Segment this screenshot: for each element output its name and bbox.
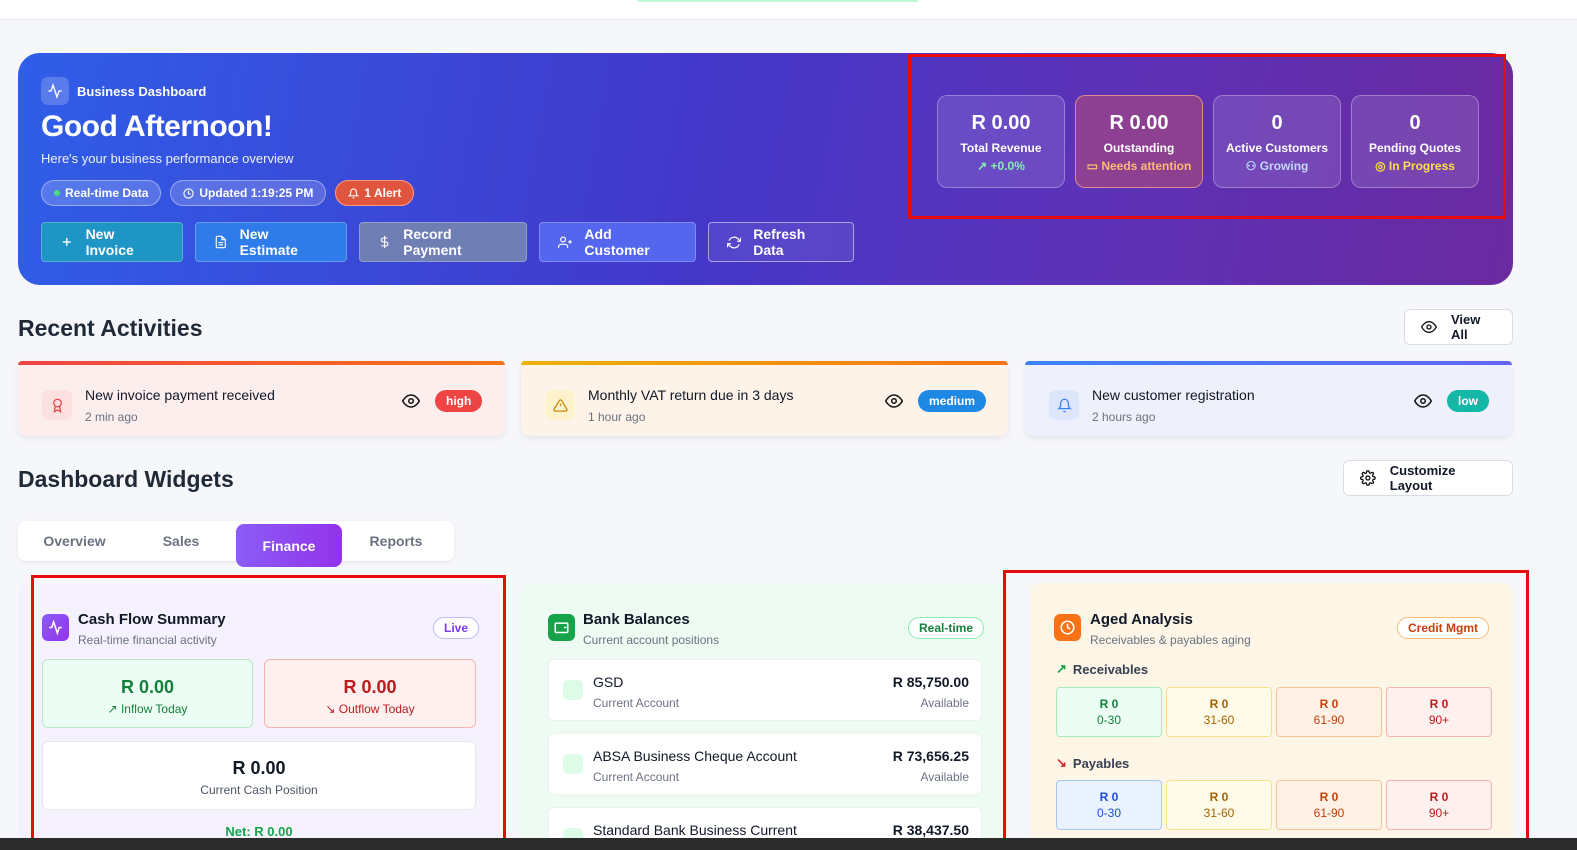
alert-badge[interactable]: 1 Alert [335,180,415,206]
refresh-data-label: Refresh Data [753,226,806,258]
warning-icon [545,390,575,420]
bank-account-type: Current Account [593,770,680,784]
tab-finance[interactable]: Finance [236,524,342,567]
hero-tag-label: Business Dashboard [77,83,207,99]
new-estimate-label: New Estimate [239,226,298,258]
realtime-badge: Real-time Data [41,180,162,206]
updated-badge: Updated 1:19:25 PM [170,180,327,206]
bank-account-name: Standard Bank Business Current [593,822,797,838]
bank-account-row[interactable]: ABSA Business Cheque Account Current Acc… [548,733,982,795]
refresh-data-button[interactable]: Refresh Data [708,222,854,262]
activity-time: 2 hours ago [1092,410,1156,424]
bank-account-name: GSD [593,674,624,690]
bank-account-amount: R 73,656.25 [892,748,969,764]
eye-icon[interactable] [1414,392,1432,410]
activity-item[interactable]: New invoice payment received 2 min ago h… [18,361,505,436]
quick-actions: New Invoice New Estimate Record Payment … [41,222,854,262]
new-invoice-label: New Invoice [85,226,134,258]
realtime-label: Real-time Data [65,186,149,200]
bank-account-name: ABSA Business Cheque Account [593,748,797,764]
dollar-icon [380,235,389,249]
gear-icon [1360,470,1376,486]
widget-tabs: Overview Sales Finance Reports [18,521,454,567]
priority-badge: low [1447,390,1489,412]
bank-balances-card: Bank Balances Current account positions … [521,583,1008,850]
view-all-button[interactable]: View All [1404,309,1513,345]
activity-item[interactable]: Monthly VAT return due in 3 days 1 hour … [521,361,1008,436]
live-dot-icon [54,190,60,196]
priority-badge: medium [918,390,987,412]
priority-badge: high [435,390,483,412]
plus-icon [62,238,71,246]
activity-text: New customer registration [1092,387,1255,403]
hero-tag: Business Dashboard [41,77,206,105]
bank-account-type: Current Account [593,696,680,710]
activity-text: New invoice payment received [85,387,275,403]
bell-icon [348,187,360,199]
add-customer-button[interactable]: Add Customer [539,222,696,262]
alert-label: 1 Alert [364,186,402,200]
customize-layout-button[interactable]: Customize Layout [1343,460,1513,496]
user-plus-icon [558,235,572,248]
new-invoice-button[interactable]: New Invoice [41,222,183,262]
add-customer-label: Add Customer [584,226,650,258]
activity-time: 2 min ago [85,410,138,424]
activity-icon [41,77,69,105]
highlight-box-stats [908,54,1506,219]
document-icon [215,235,226,249]
activity-accent-bar [1025,361,1512,365]
dashboard-widgets-title: Dashboard Widgets [18,466,234,492]
bank-account-status: Available [920,770,969,784]
view-all-label: View All [1450,312,1481,342]
updated-label: Updated 1:19:25 PM [199,186,314,200]
hero-subtitle: Here's your business performance overvie… [41,151,294,166]
wallet-icon [548,614,575,641]
tab-sales[interactable]: Sales [136,521,226,561]
top-pill [638,0,918,2]
bottom-strip [0,838,1577,850]
top-bar [0,0,1577,20]
award-icon [42,390,72,420]
activity-accent-bar [521,361,1008,365]
activity-accent-bar [18,361,505,365]
bank-balances-subtitle: Current account positions [583,633,720,647]
bank-icon [563,680,583,700]
highlight-box-cashflow [31,575,506,845]
realtime-badge: Real-time [908,617,985,639]
record-payment-label: Record Payment [403,226,462,258]
refresh-icon [727,236,742,248]
clock-icon [183,187,195,199]
bell-icon [1049,390,1079,420]
activity-time: 1 hour ago [588,410,646,424]
activity-text: Monthly VAT return due in 3 days [588,387,794,403]
bank-account-amount: R 38,437.50 [892,822,969,838]
customize-layout-label: Customize Layout [1389,463,1456,493]
new-estimate-button[interactable]: New Estimate [195,222,347,262]
activity-item[interactable]: New customer registration 2 hours ago lo… [1025,361,1512,436]
bank-account-amount: R 85,750.00 [892,674,969,690]
record-payment-button[interactable]: Record Payment [359,222,527,262]
eye-icon[interactable] [402,392,420,410]
tab-overview[interactable]: Overview [26,521,123,561]
bank-account-status: Available [920,696,969,710]
recent-activities-title: Recent Activities [18,315,203,341]
eye-icon[interactable] [885,392,903,410]
highlight-box-aged [1003,570,1529,842]
greeting: Good Afternoon! [41,110,273,143]
bank-account-row[interactable]: GSD Current Account R 85,750.00 Availabl… [548,659,982,721]
eye-icon [1421,321,1437,333]
bank-balances-title: Bank Balances [583,611,690,628]
tab-reports[interactable]: Reports [352,521,440,561]
bank-icon [563,754,583,774]
hero-badges: Real-time Data Updated 1:19:25 PM 1 Aler… [41,180,415,206]
